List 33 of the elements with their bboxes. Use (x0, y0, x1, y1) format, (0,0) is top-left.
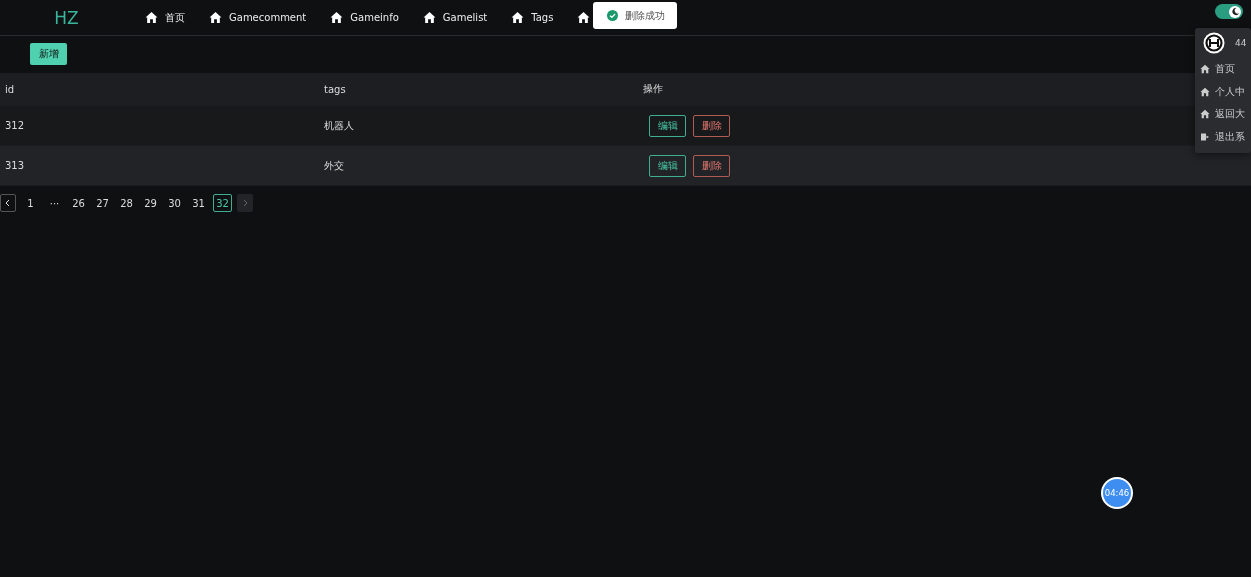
nav-link[interactable]: Tags (511, 11, 554, 24)
toast-message: 删除成功 (625, 8, 665, 23)
username: 44 (1235, 38, 1247, 48)
menu-item[interactable]: 首页 (1195, 58, 1251, 81)
column-header: tags (324, 83, 346, 95)
edit-button[interactable]: 编辑 (649, 114, 686, 137)
table-cell: 外交 (324, 158, 344, 173)
menu-item[interactable]: 退出系 (1195, 125, 1251, 148)
logo[interactable]: HZ (0, 7, 133, 28)
table-cell: 313 (5, 160, 25, 171)
menu-item[interactable]: 返回大 (1195, 103, 1251, 126)
delete-button[interactable]: 删除 (693, 114, 730, 137)
page-button[interactable]: 30 (165, 194, 184, 212)
column-header: id (5, 83, 15, 95)
page-button[interactable]: 1 (21, 194, 40, 212)
page-button[interactable]: ··· (45, 194, 64, 212)
page-button[interactable]: 32 (213, 194, 232, 212)
column-header: 操作 (643, 82, 663, 96)
nav-link[interactable]: Gameinfo (330, 11, 399, 24)
table-cell: 机器人 (324, 118, 354, 133)
nav-link[interactable]: Gamecomment (209, 11, 307, 24)
menu-item[interactable]: 个人中 (1195, 80, 1251, 103)
nav-link[interactable]: 首页 (145, 10, 185, 25)
edit-button[interactable]: 编辑 (649, 154, 686, 177)
table-cell: 312 (5, 120, 25, 131)
page-button[interactable]: 26 (69, 194, 88, 212)
page-button[interactable]: 27 (93, 194, 112, 212)
add-button[interactable]: 新增 (30, 43, 67, 65)
page-button[interactable]: 31 (189, 194, 208, 212)
nav-link[interactable]: Gamelist (422, 11, 488, 24)
page-button[interactable]: 29 (141, 194, 160, 212)
page-button[interactable]: 28 (117, 194, 136, 212)
delete-button[interactable]: 删除 (693, 154, 730, 177)
